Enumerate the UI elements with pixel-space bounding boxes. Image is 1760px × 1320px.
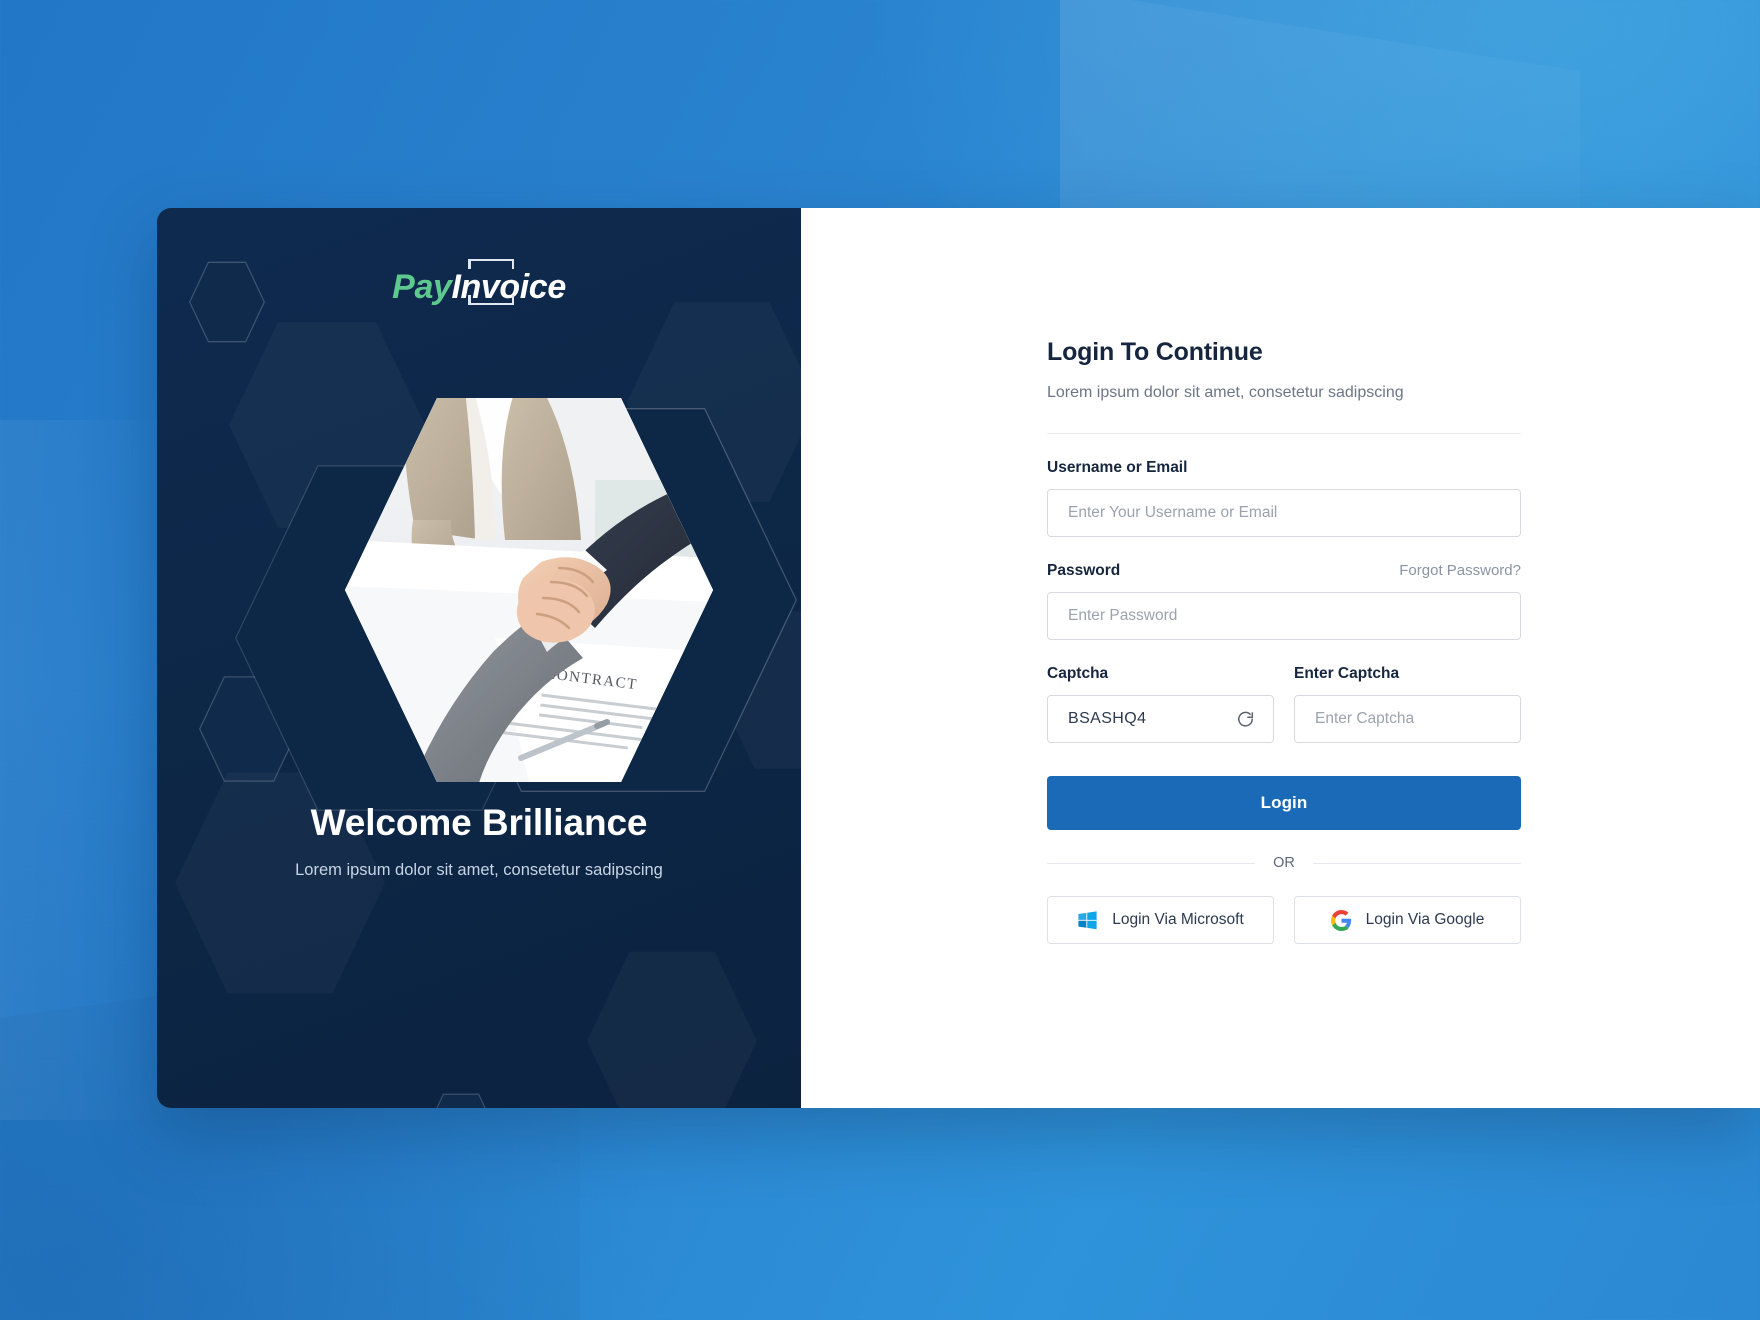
logo-text-pay: Pay	[392, 268, 452, 306]
login-card: PayInvoice CONTRACT Welcome Brilliance L…	[157, 208, 1760, 1108]
login-via-google-button[interactable]: Login Via Google	[1294, 896, 1521, 944]
password-field-group: Password Forgot Password?	[1047, 562, 1521, 640]
background-facet-left-edge	[0, 420, 180, 1120]
login-button[interactable]: Login	[1047, 776, 1521, 830]
forgot-password-link[interactable]: Forgot Password?	[1399, 562, 1521, 579]
login-form-panel: Login To Continue Lorem ipsum dolor sit …	[801, 208, 1760, 1108]
welcome-title: Welcome Brilliance	[310, 802, 648, 843]
password-input[interactable]	[1047, 592, 1521, 640]
password-label: Password	[1047, 562, 1121, 579]
hexagon-fill-decoration	[587, 948, 757, 1108]
or-divider: OR	[1047, 855, 1521, 871]
welcome-block: Welcome Brilliance Lorem ipsum dolor sit…	[157, 802, 801, 880]
social-login-row: Login Via Microsoft Login Via Google	[1047, 896, 1521, 944]
captcha-row: Captcha BSASHQ4 Enter Captcha	[1047, 665, 1521, 743]
microsoft-icon	[1077, 910, 1098, 931]
logo-text-invoice: Invoice	[451, 268, 566, 306]
google-icon	[1330, 909, 1352, 931]
login-via-microsoft-button[interactable]: Login Via Microsoft	[1047, 896, 1274, 944]
captcha-display-group: Captcha BSASHQ4	[1047, 665, 1274, 743]
login-via-microsoft-label: Login Via Microsoft	[1112, 911, 1244, 928]
page-title: Login To Continue	[1047, 338, 1263, 366]
refresh-icon[interactable]	[1233, 707, 1257, 731]
captcha-code: BSASHQ4	[1068, 710, 1147, 727]
login-via-google-label: Login Via Google	[1365, 911, 1485, 928]
username-input[interactable]	[1047, 489, 1521, 537]
welcome-subtitle: Lorem ipsum dolor sit amet, consetetur s…	[295, 861, 663, 879]
username-label: Username or Email	[1047, 459, 1188, 476]
or-rule-left	[1047, 862, 1256, 864]
or-label: OR	[1273, 855, 1295, 871]
captcha-entry-label: Enter Captcha	[1294, 665, 1400, 682]
page-subtitle: Lorem ipsum dolor sit amet, consetetur s…	[1047, 384, 1404, 401]
hero-illustration: CONTRACT	[157, 390, 801, 811]
or-rule-right	[1312, 862, 1521, 864]
header-divider	[1047, 433, 1521, 434]
captcha-box: BSASHQ4	[1047, 695, 1274, 743]
hexagon-outline-decoration	[425, 1092, 497, 1108]
captcha-label: Captcha	[1047, 665, 1109, 682]
login-form: Login To Continue Lorem ipsum dolor sit …	[1047, 338, 1521, 944]
branding-panel: PayInvoice CONTRACT Welcome Brilliance L…	[157, 208, 801, 1108]
captcha-entry-group: Enter Captcha	[1294, 665, 1521, 743]
captcha-input[interactable]	[1294, 695, 1521, 743]
username-field-group: Username or Email	[1047, 459, 1521, 537]
brand-logo: PayInvoice	[157, 259, 801, 306]
